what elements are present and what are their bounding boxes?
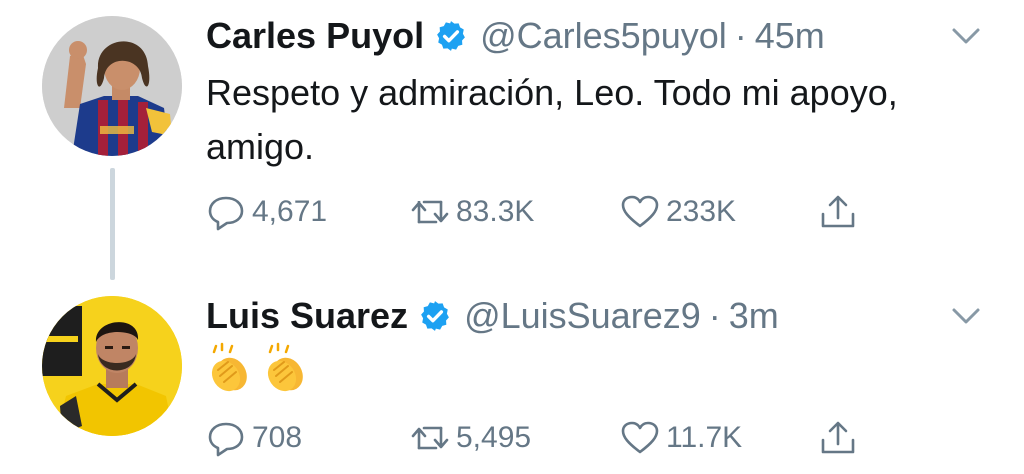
separator-dot: · [734,15,747,56]
share-icon [818,418,858,458]
verified-badge-icon [434,19,468,53]
retweet-button[interactable]: 5,495 [410,414,531,462]
tweet-actions: 4,671 83.3K 233K [206,188,886,236]
retweet-icon [410,192,450,232]
reply-button[interactable]: 4,671 [206,188,327,236]
like-count: 233K [666,195,737,228]
retweet-icon [410,418,450,458]
clapping-hands-emoji [262,342,308,394]
share-button[interactable] [818,188,858,236]
tweet-header: Luis Suarez @LuisSuarez9 · 3m [206,294,779,338]
like-button[interactable]: 233K [620,188,736,236]
verified-badge-icon [418,299,452,333]
separator-dot: · [708,295,721,336]
chevron-down-icon[interactable] [946,302,986,330]
tweet-text [206,342,308,394]
like-count: 11.7K [666,421,743,454]
reply-count: 4,671 [252,195,328,228]
retweet-button[interactable]: 83.3K [410,188,534,236]
timestamp[interactable]: 45m [755,15,825,57]
retweet-count: 5,495 [456,421,532,454]
retweet-count: 83.3K [456,195,535,228]
handle[interactable]: @Carles5puyol [480,15,727,57]
reply-button[interactable]: 708 [206,414,302,462]
display-name[interactable]: Carles Puyol [206,15,424,57]
share-icon [818,192,858,232]
reply-count: 708 [252,421,303,454]
tweet[interactable]: Carles Puyol @Carles5puyol · 45m Respeto… [0,0,1024,270]
clapping-hands-emoji [206,342,252,394]
tweet-actions: 708 5,495 11.7K [206,414,886,462]
tweet[interactable]: Luis Suarez @LuisSuarez9 · 3m 708 5,495 … [0,280,1024,474]
handle[interactable]: @LuisSuarez9 [464,295,701,337]
reply-icon [206,418,246,458]
share-button[interactable] [818,414,858,462]
avatar[interactable] [42,296,182,436]
like-button[interactable]: 11.7K [620,414,742,462]
heart-icon [620,192,660,232]
reply-icon [206,192,246,232]
avatar[interactable] [42,16,182,156]
chevron-down-icon[interactable] [946,22,986,50]
tweet-text: Respeto y admiración, Leo. Todo mi apoyo… [206,72,898,167]
timestamp[interactable]: 3m [729,295,779,337]
tweet-header: Carles Puyol @Carles5puyol · 45m [206,14,825,58]
display-name[interactable]: Luis Suarez [206,295,408,337]
heart-icon [620,418,660,458]
